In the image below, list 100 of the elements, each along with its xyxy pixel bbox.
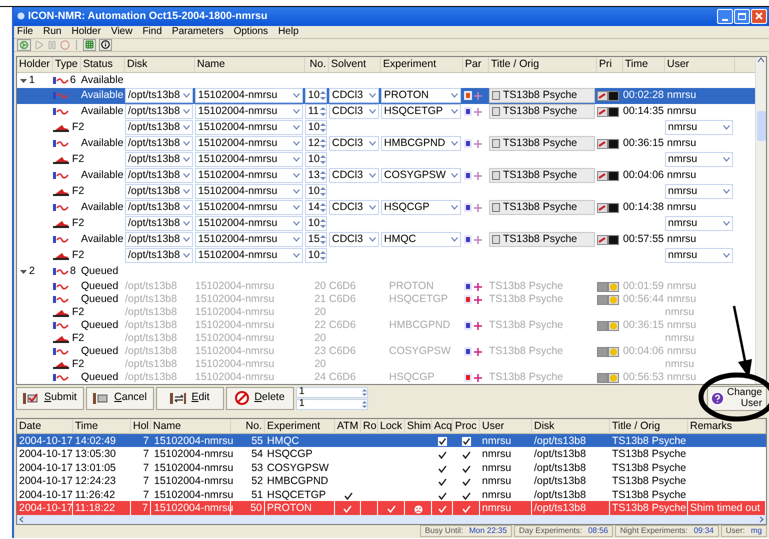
experiment-dropdown[interactable]: HSQCETGP (381, 104, 461, 120)
scroll-up-icon[interactable] (757, 56, 765, 63)
column-header[interactable]: Title / Orig (612, 418, 660, 434)
experiment-dropdown[interactable]: HSQCGP (381, 200, 461, 216)
number-spinner[interactable]: 14 (305, 200, 327, 216)
column-header[interactable]: Remarks (690, 418, 732, 434)
close-button[interactable] (751, 8, 767, 24)
parameter-icon[interactable] (464, 282, 472, 292)
priority-icon[interactable] (597, 138, 619, 149)
disk-dropdown[interactable]: /opt/ts13b8 (125, 104, 193, 120)
parameter-icon[interactable] (464, 347, 472, 356)
scroll-right-icon[interactable] (759, 516, 764, 524)
queue-row[interactable]: F2 /opt/ts13b8 15102004-nmrsu 10 nmrsu (17, 120, 755, 136)
disk-dropdown[interactable]: /opt/ts13b8 (125, 216, 193, 232)
disk-dropdown[interactable]: /opt/ts13b8 (125, 184, 193, 200)
menu-item[interactable]: Help (278, 26, 299, 37)
menu-item[interactable]: Options (234, 26, 268, 37)
number-spinner[interactable]: 10 (305, 152, 327, 168)
solvent-dropdown[interactable]: CDCl3 (329, 136, 379, 152)
queue-row[interactable]: Queued /opt/ts13b8 15102004-nmrsu 20 C6D6 PROTON TS13b8 Psyche 00:01:59 nmrsu (17, 278, 755, 292)
name-dropdown[interactable]: 15102004-nmrsu (195, 232, 303, 248)
parameter-icon[interactable] (464, 107, 472, 116)
title-field[interactable]: TS13b8 Psyche (489, 232, 595, 248)
grid-button[interactable] (83, 38, 96, 51)
parameter-icon[interactable] (464, 203, 472, 212)
name-dropdown[interactable]: 15102004-nmrsu (195, 248, 303, 264)
name-dropdown[interactable]: 15102004-nmrsu (195, 120, 303, 136)
menu-item[interactable]: Find (142, 26, 162, 37)
column-header[interactable]: User (667, 56, 690, 73)
user-dropdown[interactable]: nmrsu (665, 184, 733, 200)
disk-dropdown[interactable]: /opt/ts13b8 (125, 200, 193, 216)
priority-icon[interactable] (597, 202, 619, 213)
solvent-dropdown[interactable]: CDCl3 (329, 232, 379, 248)
experiment-dropdown[interactable]: HMBCGPND (381, 136, 461, 152)
column-header[interactable]: Pri (599, 56, 612, 73)
column-header[interactable]: Experiment (267, 418, 320, 434)
column-header[interactable]: Hol (133, 418, 149, 434)
toolbar-button[interactable]: Submit (16, 386, 84, 410)
experiment-dropdown[interactable]: COSYGPSW (381, 168, 461, 184)
disk-dropdown[interactable]: /opt/ts13b8 (125, 232, 193, 248)
column-header[interactable]: ATM (337, 418, 358, 434)
parameter-icon[interactable] (464, 171, 472, 180)
number-spinner[interactable]: 10 (305, 88, 327, 104)
name-dropdown[interactable]: 15102004-nmrsu (195, 168, 303, 184)
user-dropdown[interactable]: nmrsu (665, 120, 733, 136)
number-spinner[interactable]: 11 (305, 104, 327, 120)
column-header[interactable]: Disk (534, 418, 554, 434)
column-header[interactable]: Shim (407, 418, 431, 434)
menu-item[interactable]: Run (43, 26, 62, 37)
title-field[interactable]: TS13b8 Psyche (489, 136, 595, 152)
column-header[interactable]: No. (246, 418, 262, 434)
name-dropdown[interactable]: 15102004-nmrsu (195, 88, 303, 104)
column-header[interactable]: Solvent (331, 56, 366, 73)
column-header[interactable]: Name (153, 418, 182, 434)
number-spinner[interactable]: 12 (305, 136, 327, 152)
menu-item[interactable]: Parameters (172, 26, 224, 37)
queue-row[interactable]: Queued /opt/ts13b8 15102004-nmrsu 21 C6D6 HSQCETGP TS13b8 Psyche 00:56:44 nmrsu (17, 292, 755, 305)
scrollbar[interactable] (755, 56, 766, 384)
disk-dropdown[interactable]: /opt/ts13b8 (125, 248, 193, 264)
number-spinner[interactable]: 10 (305, 216, 327, 232)
number-spinner[interactable]: 1 (296, 386, 368, 398)
priority-icon[interactable] (597, 90, 619, 101)
name-dropdown[interactable]: 15102004-nmrsu (195, 152, 303, 168)
user-dropdown[interactable]: nmrsu (665, 152, 733, 168)
user-dropdown[interactable]: nmrsu (665, 216, 733, 232)
title-field[interactable]: TS13b8 Psyche (489, 104, 595, 120)
user-dropdown[interactable]: nmrsu (665, 248, 733, 264)
disk-dropdown[interactable]: /opt/ts13b8 (125, 152, 193, 168)
history-row[interactable]: 2004-10-17 12:24:23 7 15102004-nmrsu 52 HMBCGPND nmrsu /opt/ts13b8 TS13b8 Psyche (17, 474, 766, 488)
disk-dropdown[interactable]: /opt/ts13b8 (125, 168, 193, 184)
scroll-thumb[interactable] (756, 110, 766, 141)
column-header[interactable]: Lock (380, 418, 402, 434)
queue-row[interactable]: Available /opt/ts13b8 15102004-nmrsu 13 CDCl3 COSYGPSW TS13b8 Psyche 00:04:06 nmrsu (17, 168, 755, 184)
name-dropdown[interactable]: 15102004-nmrsu (195, 200, 303, 216)
number-spinner[interactable]: 13 (305, 168, 327, 184)
queue-row[interactable]: Available /opt/ts13b8 15102004-nmrsu 11 CDCl3 HSQCETGP TS13b8 Psyche 00:14:35 nmrsu (17, 104, 755, 120)
column-header[interactable]: Title / Orig (491, 56, 540, 73)
toolbar-button[interactable]: Delete (226, 386, 294, 410)
queue-row[interactable]: Queued /opt/ts13b8 15102004-nmrsu 24 C6D6 HSQCGP TS13b8 Psyche 00:56:53 nmrsu (17, 370, 755, 383)
queue-row[interactable]: Available /opt/ts13b8 15102004-nmrsu 15 CDCl3 HMQC TS13b8 Psyche 00:57:55 nmrsu (17, 232, 755, 248)
column-header[interactable]: Name (197, 56, 226, 73)
disk-dropdown[interactable]: /opt/ts13b8 (125, 120, 193, 136)
toolbar-button[interactable]: Edit (156, 386, 224, 410)
solvent-dropdown[interactable]: CDCl3 (329, 168, 379, 184)
column-header[interactable]: Status (83, 56, 113, 73)
scroll-left-icon[interactable] (19, 516, 24, 524)
column-header[interactable]: Par (465, 56, 482, 73)
title-field[interactable]: TS13b8 Psyche (489, 88, 595, 104)
queue-row[interactable]: F2 /opt/ts13b8 15102004-nmrsu 10 nmrsu (17, 152, 755, 168)
title-field[interactable]: TS13b8 Psyche (489, 168, 595, 184)
parameter-icon[interactable] (464, 91, 472, 100)
priority-icon[interactable] (597, 170, 619, 181)
menu-item[interactable]: File (17, 26, 34, 37)
name-dropdown[interactable]: 15102004-nmrsu (195, 136, 303, 152)
solvent-dropdown[interactable]: CDCl3 (329, 104, 379, 120)
disk-dropdown[interactable]: /opt/ts13b8 (125, 88, 193, 104)
menu-item[interactable]: Holder (71, 26, 101, 37)
priority-icon[interactable] (597, 106, 619, 117)
queue-row[interactable]: Available /opt/ts13b8 15102004-nmrsu 14 CDCl3 HSQCGP TS13b8 Psyche 00:14:38 nmrsu (17, 200, 755, 216)
minimize-button[interactable] (717, 8, 733, 24)
